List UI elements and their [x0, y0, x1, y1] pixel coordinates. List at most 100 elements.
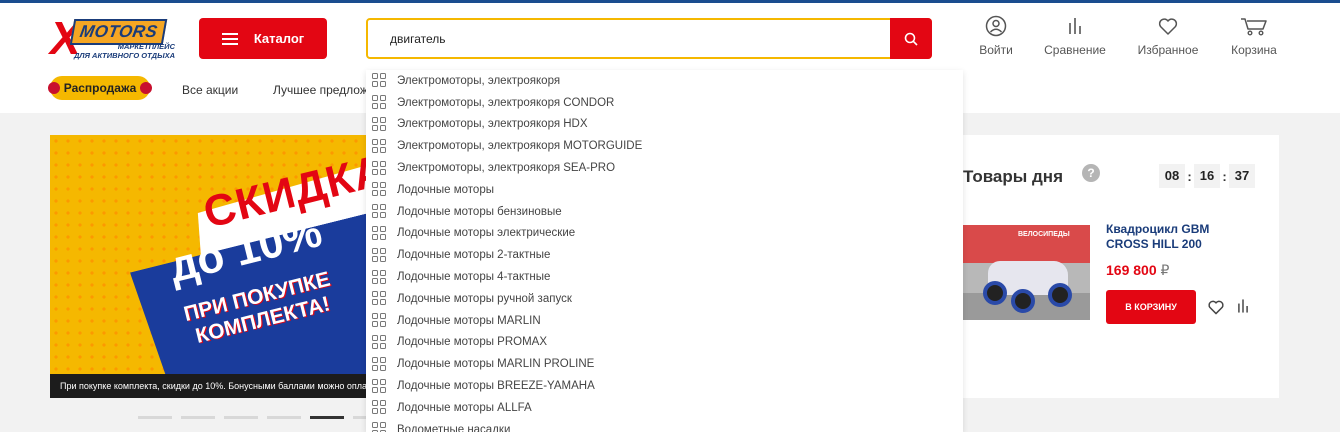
suggestion-label: Лодочные моторы электрические	[397, 227, 576, 240]
favorites-button[interactable]: Избранное	[1128, 15, 1208, 57]
promo-banner[interactable]: СКИДКА до 10% ПРИ ПОКУПКЕ КОМПЛЕКТА! При…	[50, 135, 395, 398]
category-icon	[372, 247, 387, 263]
suggestion-item[interactable]: Лодочные моторы 2-тактные	[366, 244, 963, 266]
currency-symbol: ₽	[1160, 262, 1170, 278]
sale-nav-item[interactable]: Распродажа	[48, 76, 152, 100]
slider-dot[interactable]	[310, 416, 344, 419]
logo-tagline-2: ДЛЯ АКТИВНОГО ОТДЫХА	[73, 51, 175, 60]
suggestion-label: Лодочные моторы MARLIN PROLINE	[397, 358, 595, 371]
slider-dot[interactable]	[267, 416, 301, 419]
suggestion-label: Лодочные моторы ручной запуск	[397, 292, 572, 305]
compare-icon	[1238, 299, 1248, 313]
suggestion-label: Лодочные моторы 2-тактные	[397, 249, 551, 262]
add-to-cart-button[interactable]: В КОРЗИНУ	[1106, 290, 1196, 324]
category-icon	[372, 138, 387, 154]
suggestion-label: Электромоторы, электроякоря MOTORGUIDE	[397, 140, 643, 153]
menu-icon	[221, 32, 238, 45]
timer-hours: 08	[1159, 164, 1185, 188]
compare-label: Сравнение	[1044, 43, 1106, 57]
user-icon	[985, 15, 1007, 37]
product-image[interactable]: ВЕЛОСИПЕДЫ	[963, 225, 1090, 320]
suggestion-item[interactable]: Лодочные моторы бензиновые	[366, 201, 963, 223]
suggestion-item[interactable]: Электромоторы, электроякоря HDX	[366, 114, 963, 136]
favorites-label: Избранное	[1137, 43, 1199, 57]
category-icon	[372, 334, 387, 350]
category-icon	[372, 225, 387, 241]
suggestion-label: Электромоторы, электроякоря HDX	[397, 118, 588, 131]
suggestion-item[interactable]: Лодочные моторы 4-тактные	[366, 266, 963, 288]
logo[interactable]: X MOTORS МАРКЕТПЛЕЙС ДЛЯ АКТИВНОГО ОТДЫХ…	[50, 15, 175, 63]
category-icon	[372, 291, 387, 306]
suggestion-item[interactable]: Лодочные моторы электрические	[366, 223, 963, 245]
category-icon	[372, 73, 387, 88]
nav-promotions[interactable]: Все акции	[182, 83, 238, 97]
ornament-icon	[48, 82, 60, 94]
search-input[interactable]	[368, 20, 890, 57]
catalog-button-label: Каталог	[253, 31, 305, 46]
suggestion-item[interactable]: Лодочные моторы ALLFA	[366, 397, 963, 419]
suggestion-label: Лодочные моторы бензиновые	[397, 205, 562, 218]
ornament-icon	[140, 82, 152, 94]
slider-dot[interactable]	[181, 416, 215, 419]
category-icon	[372, 182, 387, 197]
suggestion-item[interactable]: Лодочные моторы	[366, 179, 963, 201]
add-to-favorites-button[interactable]	[1207, 298, 1225, 321]
suggestion-item[interactable]: Лодочные моторы MARLIN	[366, 310, 963, 332]
suggestion-label: Электромоторы, электроякоря CONDOR	[397, 96, 615, 109]
heart-icon	[1208, 300, 1224, 315]
suggestion-item[interactable]: Водометные насадки	[366, 419, 963, 432]
slider-dot[interactable]	[138, 416, 172, 419]
heart-icon	[1158, 18, 1178, 35]
deals-title: Товары дня	[963, 167, 1063, 186]
suggestion-item[interactable]: Лодочные моторы PROMAX	[366, 332, 963, 354]
suggestion-label: Лодочные моторы	[397, 183, 494, 196]
help-icon[interactable]: ?	[1082, 164, 1100, 182]
slider-dot[interactable]	[224, 416, 258, 419]
login-button[interactable]: Войти	[956, 15, 1036, 57]
category-icon	[372, 160, 387, 176]
logo-tagline: МАРКЕТПЛЕЙС ДЛЯ АКТИВНОГО ОТДЫХА	[60, 42, 175, 60]
suggestion-item[interactable]: Электромоторы, электроякоря	[366, 70, 963, 92]
category-icon	[372, 422, 387, 432]
suggestion-label: Лодочные моторы 4-тактные	[397, 271, 551, 284]
timer-seconds: 37	[1229, 164, 1255, 188]
countdown-timer: 08 : 16 : 37	[1159, 164, 1255, 188]
suggestion-item[interactable]: Лодочные моторы ручной запуск	[366, 288, 963, 310]
suggestion-item[interactable]: Электромоторы, электроякоря CONDOR	[366, 92, 963, 114]
suggestion-item[interactable]: Электромоторы, электроякоря SEA-PRO	[366, 157, 963, 179]
image-sign: ВЕЛОСИПЕДЫ	[1018, 231, 1070, 238]
category-icon	[372, 400, 387, 415]
suggestion-label: Лодочные моторы MARLIN	[397, 314, 541, 327]
search-icon	[904, 32, 918, 46]
category-icon	[372, 95, 387, 110]
timer-minutes: 16	[1194, 164, 1220, 188]
deals-of-day: Товары дня ? 08 : 16 : 37 ВЕЛОСИПЕДЫ Ква…	[930, 135, 1279, 398]
logo-tagline-1: МАРКЕТПЛЕЙС	[117, 42, 175, 51]
login-label: Войти	[979, 43, 1013, 57]
category-icon	[372, 356, 387, 372]
category-icon	[372, 116, 387, 132]
cart-label: Корзина	[1231, 43, 1277, 57]
search-box	[366, 18, 932, 59]
category-icon	[372, 204, 387, 219]
search-suggestions: Электромоторы, электроякоря Электромоторы…	[366, 70, 963, 432]
suggestion-label: Электромоторы, электроякоря	[397, 74, 561, 87]
banner-caption: При покупке комплекта, скидки до 10%. Бо…	[50, 374, 395, 398]
catalog-button[interactable]: Каталог	[199, 18, 327, 59]
slider-dots	[138, 416, 387, 419]
suggestion-item[interactable]: Лодочные моторы BREEZE-YAMAHA	[366, 375, 963, 397]
category-icon	[372, 378, 387, 394]
suggestion-label: Лодочные моторы PROMAX	[397, 336, 548, 349]
suggestion-label: Водометные насадки	[397, 423, 511, 432]
add-to-compare-button[interactable]	[1234, 296, 1252, 321]
suggestion-label: Лодочные моторы ALLFA	[397, 401, 532, 414]
cart-button[interactable]: Корзина	[1214, 15, 1294, 57]
category-icon	[372, 313, 387, 328]
product-name[interactable]: Квадроцикл GBM CROSS HILL 200	[1106, 222, 1246, 252]
search-button[interactable]	[890, 18, 932, 59]
suggestion-label: Лодочные моторы BREEZE-YAMAHA	[397, 380, 595, 393]
sale-label: Распродажа	[63, 81, 137, 95]
compare-button[interactable]: Сравнение	[1035, 15, 1115, 57]
suggestion-item[interactable]: Электромоторы, электроякоря MOTORGUIDE	[366, 135, 963, 157]
suggestion-item[interactable]: Лодочные моторы MARLIN PROLINE	[366, 353, 963, 375]
